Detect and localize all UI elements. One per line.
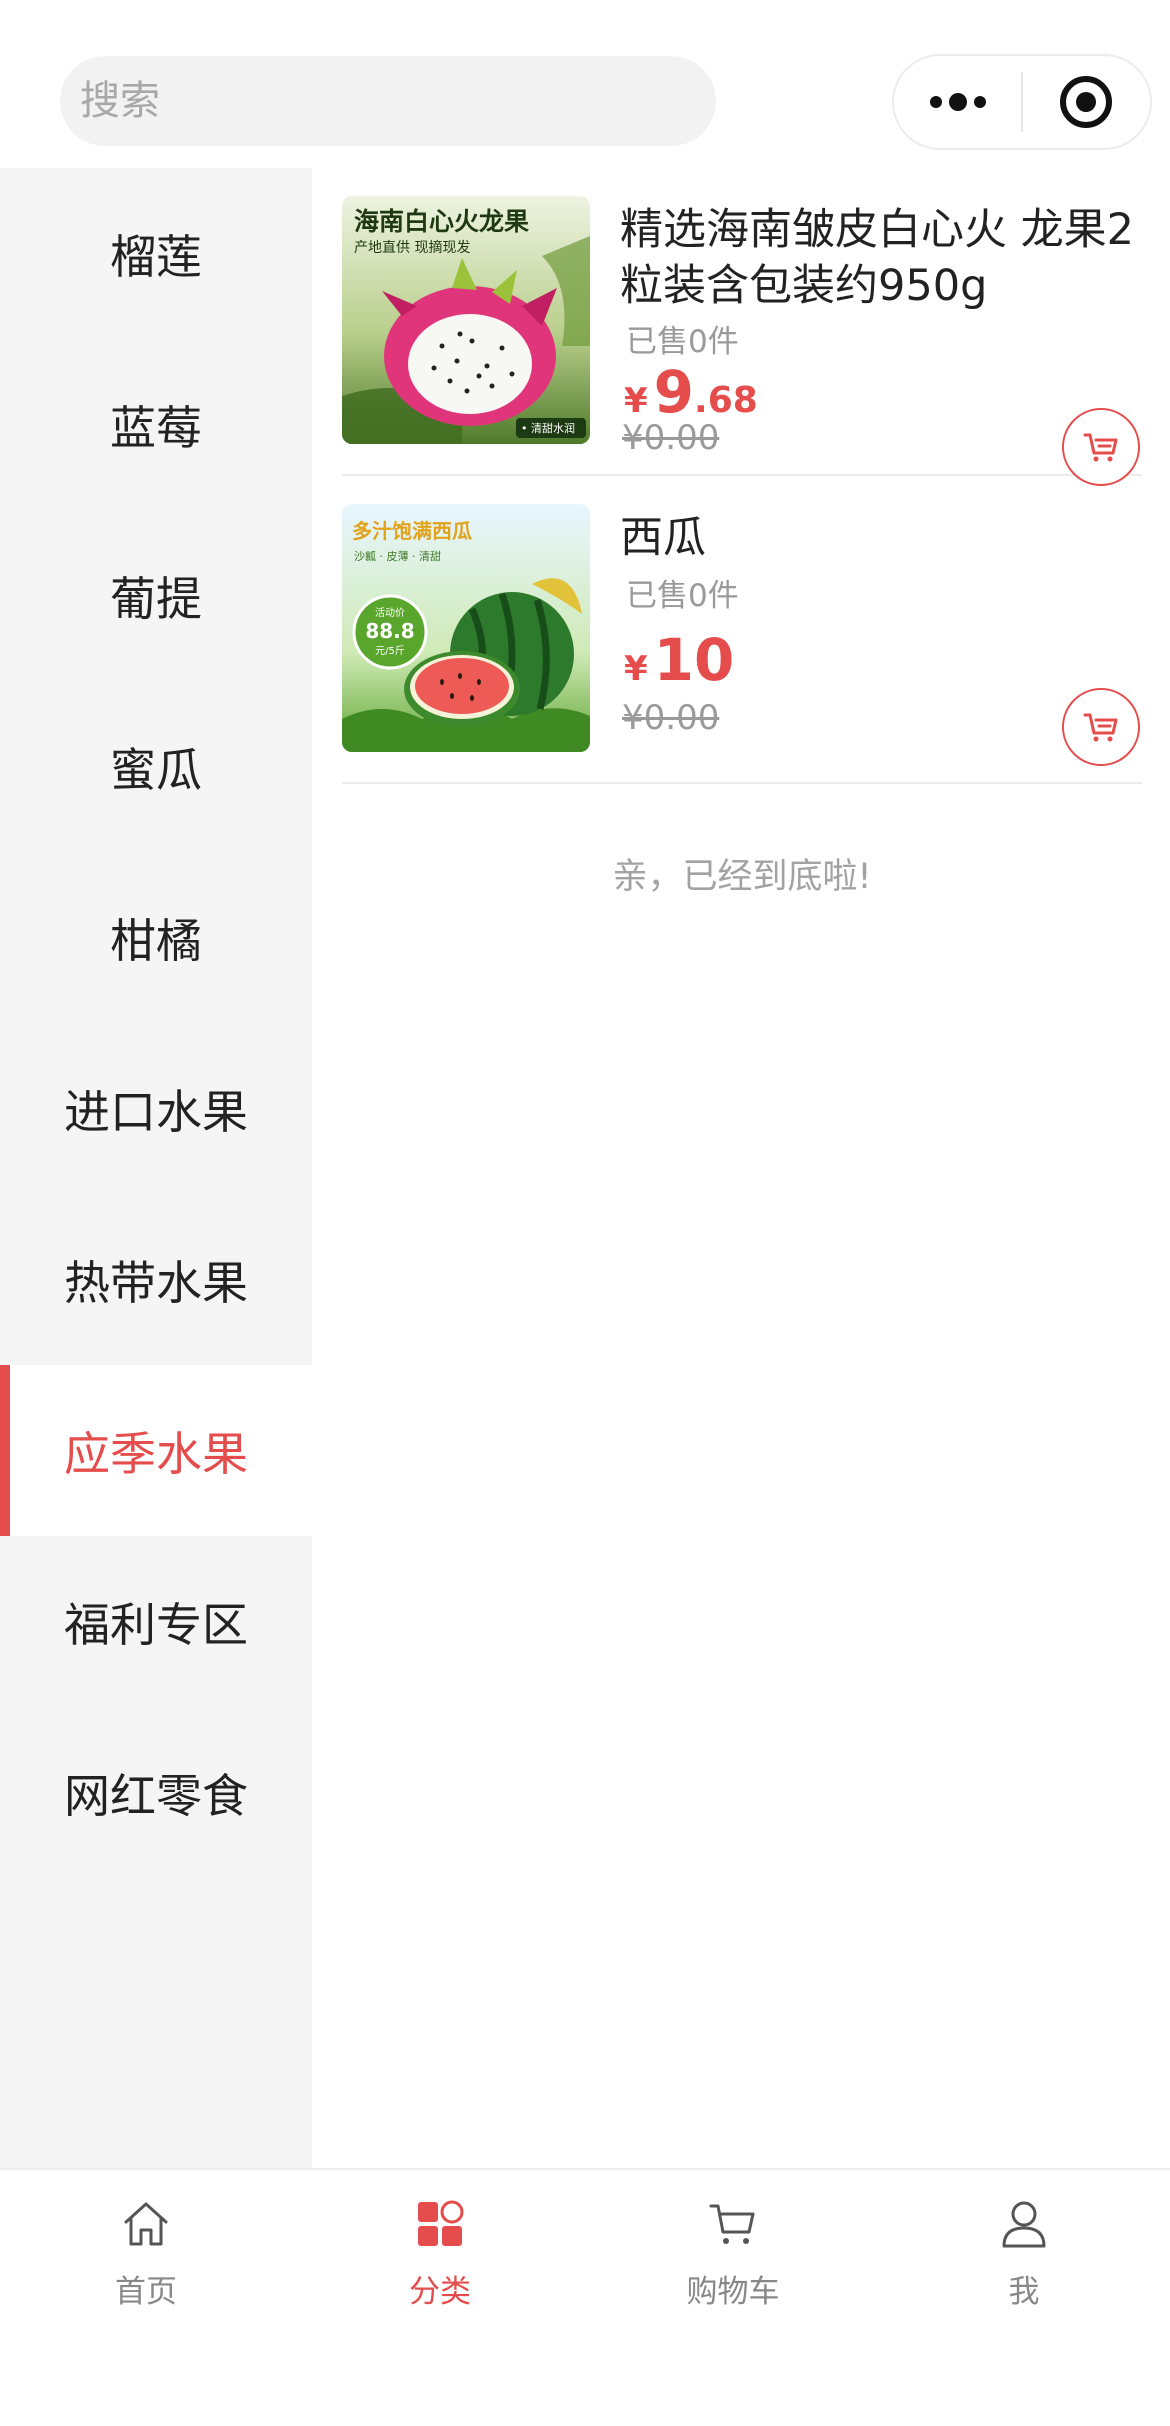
tab-label: 我 (1008, 2274, 1040, 2310)
sidebar-item-label: 榴莲 (110, 229, 202, 284)
sidebar-item-durian[interactable]: 榴莲 (0, 168, 312, 339)
product-original-price: ¥0.00 (622, 698, 720, 738)
product-sold-count: 已售0件 (626, 578, 739, 614)
category-icon (418, 2200, 464, 2246)
mini-program-capsule (892, 54, 1152, 150)
sidebar-item-label: 应季水果 (64, 1426, 248, 1481)
tab-label: 首页 (115, 2274, 177, 2310)
sidebar-item-label: 柑橘 (110, 913, 202, 968)
sidebar-item-seasonal-fruit[interactable]: 应季水果 (0, 1365, 312, 1536)
image-badge-value: 88.8 (365, 619, 414, 643)
product-price: ¥10 (624, 626, 734, 694)
tab-home[interactable]: 首页 (26, 2196, 266, 2316)
sidebar-item-label: 葡提 (110, 571, 202, 626)
top-bar (0, 0, 1170, 168)
price-decimal: .68 (694, 380, 758, 421)
category-sidebar: 榴莲 蓝莓 葡提 蜜瓜 柑橘 进口水果 热带水果 应季水果 福利专区 网红零食 (0, 168, 312, 2168)
add-to-cart-button[interactable] (1062, 688, 1140, 766)
tab-category[interactable]: 分类 (320, 2196, 560, 2316)
tab-cart[interactable]: 购物车 (613, 2196, 853, 2316)
product-title[interactable]: 精选海南皱皮白心火 龙果2粒装含包装约950g (620, 202, 1140, 314)
cart-icon (1083, 713, 1118, 742)
image-badge-top: 活动价 (375, 607, 405, 619)
image-tag: • 清甜水润 (521, 421, 575, 435)
more-dots-icon (929, 93, 986, 111)
sidebar-item-label: 福利专区 (64, 1597, 248, 1652)
product-sold-count: 已售0件 (626, 324, 739, 360)
sidebar-item-grape[interactable]: 葡提 (0, 510, 312, 681)
dragon-fruit-image: 海南白心火龙果 产地直供 现摘现发 • 清甜水润 (342, 196, 590, 444)
sidebar-item-citrus[interactable]: 柑橘 (0, 852, 312, 1023)
bottom-tab-bar: 首页 分类 购物车 我 (0, 2168, 1170, 2426)
sidebar-item-blueberry[interactable]: 蓝莓 (0, 339, 312, 510)
tab-label: 分类 (409, 2274, 471, 2310)
cart-icon (1083, 433, 1118, 462)
user-icon (1002, 2201, 1046, 2248)
image-badge-unit: 元/5斤 (375, 645, 405, 657)
price-integer: 10 (653, 626, 735, 694)
watermelon-image: 多汁饱满西瓜 沙瓤 · 皮薄 · 清甜 活动价 88.8 元/5斤 (342, 504, 590, 752)
image-subline: 产地直供 现摘现发 (354, 239, 470, 256)
price-currency: ¥ (624, 381, 648, 421)
tab-me[interactable]: 我 (904, 2196, 1144, 2316)
target-close-icon (1060, 76, 1113, 128)
sidebar-item-label: 蓝莓 (110, 400, 202, 455)
image-subline: 沙瓤 · 皮薄 · 清甜 (354, 549, 441, 563)
sidebar-item-melon[interactable]: 蜜瓜 (0, 681, 312, 852)
sidebar-item-label: 热带水果 (64, 1255, 248, 1310)
sidebar-item-tropical-fruit[interactable]: 热带水果 (0, 1194, 312, 1365)
sidebar-item-imported-fruit[interactable]: 进口水果 (0, 1023, 312, 1194)
sidebar-item-label: 蜜瓜 (110, 742, 202, 797)
image-headline: 多汁饱满西瓜 (352, 519, 472, 543)
product-image[interactable]: 海南白心火龙果 产地直供 现摘现发 • 清甜水润 (342, 196, 590, 444)
close-mini-program-button[interactable] (1023, 56, 1150, 148)
product-original-price: ¥0.00 (622, 418, 720, 458)
price-currency: ¥ (624, 649, 648, 689)
home-icon (124, 2202, 168, 2246)
sidebar-item-label: 网红零食 (64, 1768, 248, 1823)
price-integer: 9 (653, 358, 695, 426)
sidebar-item-trending-snacks[interactable]: 网红零食 (0, 1707, 312, 1878)
product-image[interactable]: 多汁饱满西瓜 沙瓤 · 皮薄 · 清甜 活动价 88.8 元/5斤 (342, 504, 590, 752)
sidebar-item-label: 进口水果 (64, 1084, 248, 1139)
product-item[interactable]: 海南白心火龙果 产地直供 现摘现发 • 清甜水润 精选海南皱皮白心火 龙果2粒装… (342, 168, 1142, 486)
product-item[interactable]: 多汁饱满西瓜 沙瓤 · 皮薄 · 清甜 活动价 88.8 元/5斤 西瓜 已售0… (342, 476, 1142, 784)
product-price: ¥9.68 (624, 358, 758, 426)
product-title[interactable]: 西瓜 (620, 510, 1140, 566)
more-menu-button[interactable] (894, 56, 1021, 148)
cart-icon (709, 2204, 755, 2244)
search-input[interactable] (80, 78, 716, 124)
list-end-note: 亲，已经到底啦! (612, 857, 872, 897)
search-bar[interactable] (60, 56, 716, 146)
add-to-cart-button[interactable] (1062, 408, 1140, 486)
sidebar-item-welfare-zone[interactable]: 福利专区 (0, 1536, 312, 1707)
tab-label: 购物车 (686, 2274, 780, 2310)
image-headline: 海南白心火龙果 (354, 207, 529, 236)
